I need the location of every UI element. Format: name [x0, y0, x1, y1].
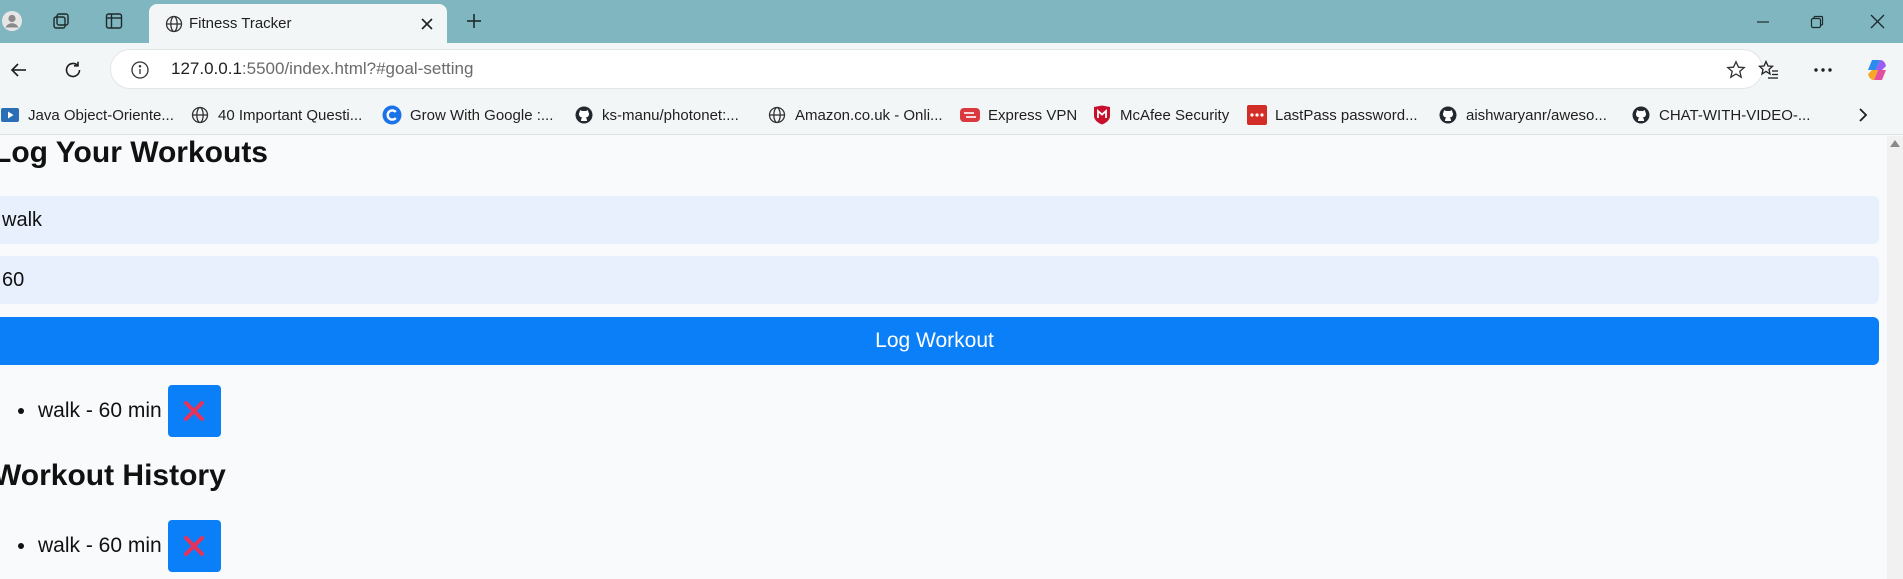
favorites-icon [1758, 59, 1778, 79]
bookmark-item[interactable]: Java Object-Oriente... [0, 95, 174, 135]
back-arrow-icon [10, 63, 26, 77]
bookmark-label: ks-manu/photonet:... [602, 106, 739, 124]
vertical-tabs-button[interactable] [98, 6, 130, 36]
globe-icon [767, 105, 787, 125]
globe-icon [163, 13, 185, 35]
workout-duration-input[interactable] [0, 256, 1879, 304]
bookmark-item[interactable]: CHAT-WITH-VIDEO-... [1631, 95, 1810, 135]
tab-actions-icon [105, 13, 123, 29]
list-item: walk - 60 min [18, 520, 221, 572]
bookmark-item[interactable]: Grow With Google :... [382, 95, 553, 135]
browser-tab-strip: Fitness Tracker [0, 0, 1903, 43]
log-workouts-heading: Log Your Workouts [0, 136, 268, 169]
refresh-icon [65, 61, 81, 78]
copilot-button[interactable] [1860, 53, 1894, 87]
url-text: 127.0.0.1:5500/index.html?#goal-setting [171, 50, 473, 88]
workspaces-button[interactable] [45, 6, 77, 36]
address-bar[interactable]: 127.0.0.1:5500/index.html?#goal-setting [110, 49, 1763, 89]
workout-type-input[interactable] [0, 196, 1879, 244]
bullet [18, 543, 24, 549]
bookmark-item[interactable]: aishwaryanr/aweso... [1438, 95, 1607, 135]
delete-workout-button[interactable] [167, 385, 221, 437]
log-workout-button[interactable]: Log Workout [0, 317, 1879, 365]
bookmark-label: LastPass password... [1275, 106, 1418, 124]
bookmarks-overflow-chevron-icon[interactable] [1851, 103, 1875, 127]
cross-mark-icon [184, 401, 205, 421]
restore-button[interactable] [1791, 0, 1843, 43]
mcafee-icon [1092, 105, 1112, 125]
refresh-button[interactable] [56, 53, 90, 87]
plus-icon [467, 14, 481, 28]
workout-history-heading: Workout History [0, 459, 226, 492]
profile-button[interactable] [0, 6, 24, 36]
workspaces-icon [53, 13, 69, 29]
bookmark-item[interactable]: McAfee Security [1092, 95, 1229, 135]
github-icon [574, 105, 594, 125]
bookmark-item[interactable]: 40 Important Questi... [190, 95, 362, 135]
tab-fitness-tracker[interactable]: Fitness Tracker [149, 4, 447, 43]
history-entry-text: walk - 60 min [38, 534, 162, 557]
profile-icon [2, 11, 22, 31]
bookmark-label: Amazon.co.uk - Onli... [795, 106, 943, 124]
bookmark-label: CHAT-WITH-VIDEO-... [1659, 106, 1811, 124]
settings-more-button[interactable] [1806, 53, 1840, 87]
bookmark-label: McAfee Security [1120, 106, 1230, 124]
back-button[interactable] [2, 53, 36, 87]
workout-entry-text: walk - 60 min [38, 399, 162, 422]
globe-icon [190, 105, 210, 125]
close-tab-icon[interactable] [413, 10, 441, 38]
bookmark-item[interactable]: Express VPN [960, 95, 1077, 135]
bookmark-label: Express VPN [988, 106, 1078, 124]
cross-mark-icon [184, 536, 205, 556]
close-window-button[interactable] [1851, 0, 1903, 43]
close-icon [1870, 14, 1884, 29]
favorite-star-icon[interactable] [1724, 58, 1748, 82]
bullet [18, 408, 24, 414]
more-dots-icon [1814, 68, 1832, 72]
minimize-icon [1757, 20, 1769, 23]
scroll-up-arrow-icon[interactable] [1890, 140, 1900, 147]
bookmark-label: Grow With Google :... [410, 106, 554, 124]
bookmark-site-icon [0, 105, 20, 125]
list-item: walk - 60 min [18, 385, 221, 437]
new-tab-button[interactable] [458, 6, 490, 36]
github-icon [1631, 105, 1651, 125]
bookmark-label: Java Object-Oriente... [28, 106, 174, 124]
url-host: 127.0.0.1 [171, 59, 242, 78]
url-path: :5500/index.html?#goal-setting [241, 59, 474, 78]
favorites-button[interactable] [1752, 53, 1786, 87]
page-viewport: Log Your Workouts Log Workout walk - 60 … [0, 136, 1903, 579]
bookmark-label: 40 Important Questi... [218, 106, 363, 124]
bookmark-label: aishwaryanr/aweso... [1466, 106, 1607, 124]
grow-with-google-icon [382, 105, 402, 125]
browser-toolbar: 127.0.0.1:5500/index.html?#goal-setting [0, 43, 1903, 95]
minimize-button[interactable] [1737, 0, 1789, 43]
github-icon [1438, 105, 1458, 125]
expressvpn-icon [960, 105, 980, 125]
bookmark-item[interactable]: LastPass password... [1247, 95, 1418, 135]
bookmark-item[interactable]: Amazon.co.uk - Onli... [767, 95, 943, 135]
bookmarks-bar: Java Object-Oriente... 40 Important Ques… [0, 95, 1903, 135]
lastpass-icon [1247, 105, 1267, 125]
copilot-icon [1868, 60, 1886, 80]
delete-history-button[interactable] [167, 520, 221, 572]
bookmark-item[interactable]: ks-manu/photonet:... [574, 95, 739, 135]
vertical-scrollbar[interactable] [1887, 136, 1903, 579]
restore-icon [1810, 15, 1824, 28]
site-info-icon[interactable] [129, 59, 151, 81]
tab-title: Fitness Tracker [189, 15, 292, 32]
